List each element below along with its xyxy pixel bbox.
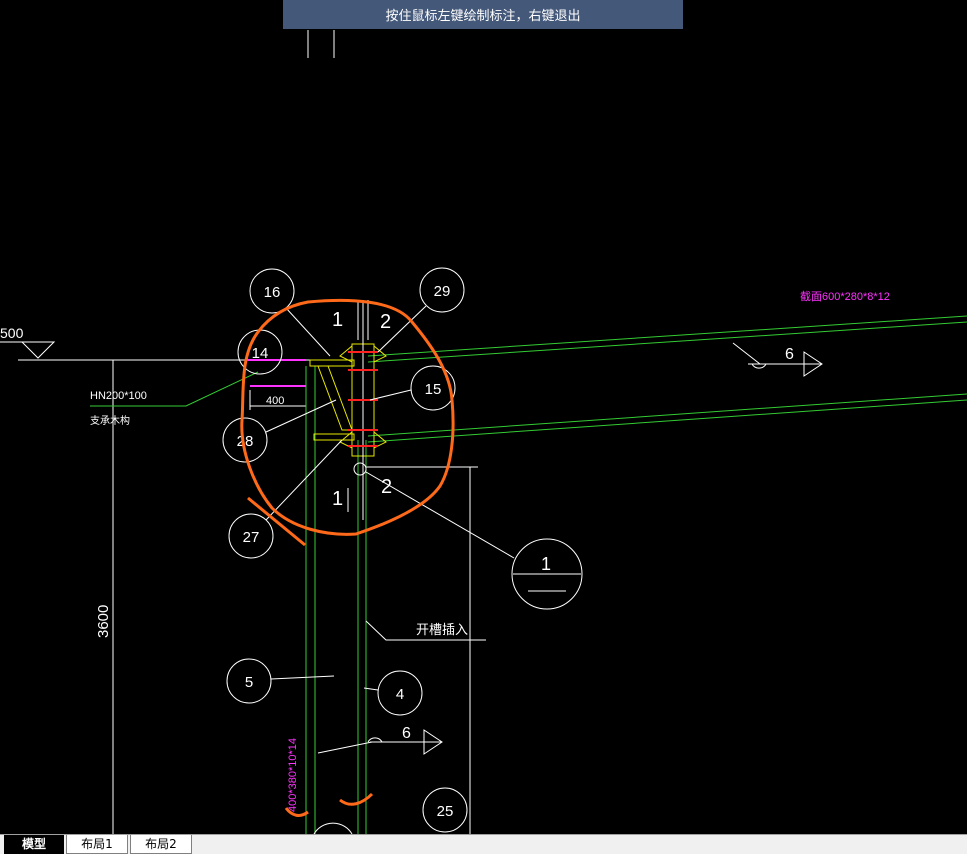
highlight-stroke bbox=[339, 792, 374, 806]
stiffener-top bbox=[309, 359, 355, 367]
command-hint-bar: 按住鼠标左键绘制标注，右键退出 bbox=[283, 0, 683, 29]
balloon-partial bbox=[313, 822, 353, 834]
weld-leader bbox=[732, 342, 761, 365]
tab-layout-2[interactable]: 布局2 bbox=[130, 835, 192, 854]
tab-model[interactable]: 模型 bbox=[4, 835, 64, 854]
balloon-15: 15 bbox=[369, 365, 456, 411]
svg-text:14: 14 bbox=[252, 345, 269, 362]
weld-mark: 6 bbox=[785, 346, 794, 363]
beam-bottom-edge bbox=[367, 399, 967, 443]
balloon-25: 25 bbox=[422, 787, 468, 833]
balloon-28: 28 bbox=[222, 399, 337, 463]
brace bbox=[317, 365, 353, 431]
section-cut-label: 1 bbox=[332, 488, 343, 510]
section-marker-label: 1 bbox=[541, 554, 551, 574]
detail-point-icon bbox=[353, 462, 367, 476]
layout-tab-bar: 模型 布局1 布局2 bbox=[0, 834, 967, 854]
beam-note: 支承木构 bbox=[90, 414, 130, 427]
section-cut-label: 2 bbox=[381, 476, 392, 498]
beam-label: HN200*100 bbox=[90, 390, 147, 402]
weld-mark: 6 bbox=[402, 725, 411, 742]
weld-leader bbox=[317, 741, 373, 754]
weld-cap-top bbox=[373, 344, 387, 363]
cad-drawing-canvas[interactable]: 500 3600 HN200*100 支承木构 400 1 2 1 2 1 开槽… bbox=[0, 0, 967, 834]
section-size-column: 400*380*10*14 bbox=[287, 738, 299, 812]
tab-layout-1[interactable]: 布局1 bbox=[66, 835, 128, 854]
height-label: 3600 bbox=[95, 605, 112, 638]
balloon-16: 16 bbox=[249, 268, 331, 357]
svg-text:27: 27 bbox=[243, 529, 260, 546]
elevation-label: 500 bbox=[0, 325, 24, 341]
svg-text:29: 29 bbox=[434, 283, 451, 300]
svg-text:15: 15 bbox=[425, 381, 442, 398]
weld-symbol-icon bbox=[367, 737, 383, 743]
beam-top-edge bbox=[367, 321, 967, 363]
svg-text:5: 5 bbox=[245, 674, 253, 691]
section-cut-label: 1 bbox=[332, 309, 343, 331]
command-hint-text: 按住鼠标左键绘制标注，右键退出 bbox=[385, 9, 581, 24]
balloon-29: 29 bbox=[377, 267, 465, 353]
weld-symbol-icon bbox=[751, 363, 767, 369]
slot-label: 开槽插入 bbox=[416, 622, 468, 637]
section-size-top: 截面600*280*8*12 bbox=[800, 289, 890, 303]
svg-text:25: 25 bbox=[437, 803, 454, 820]
svg-text:16: 16 bbox=[264, 284, 281, 301]
balloon-5: 5 bbox=[226, 658, 335, 704]
elevation-triangle-icon bbox=[20, 341, 56, 359]
svg-text:4: 4 bbox=[396, 686, 404, 703]
beam-bottom-edge bbox=[367, 393, 967, 437]
length-label: 400 bbox=[266, 395, 284, 407]
beam-top-edge bbox=[367, 315, 967, 357]
section-cut-label: 2 bbox=[380, 311, 391, 333]
balloon-4: 4 bbox=[363, 670, 423, 716]
